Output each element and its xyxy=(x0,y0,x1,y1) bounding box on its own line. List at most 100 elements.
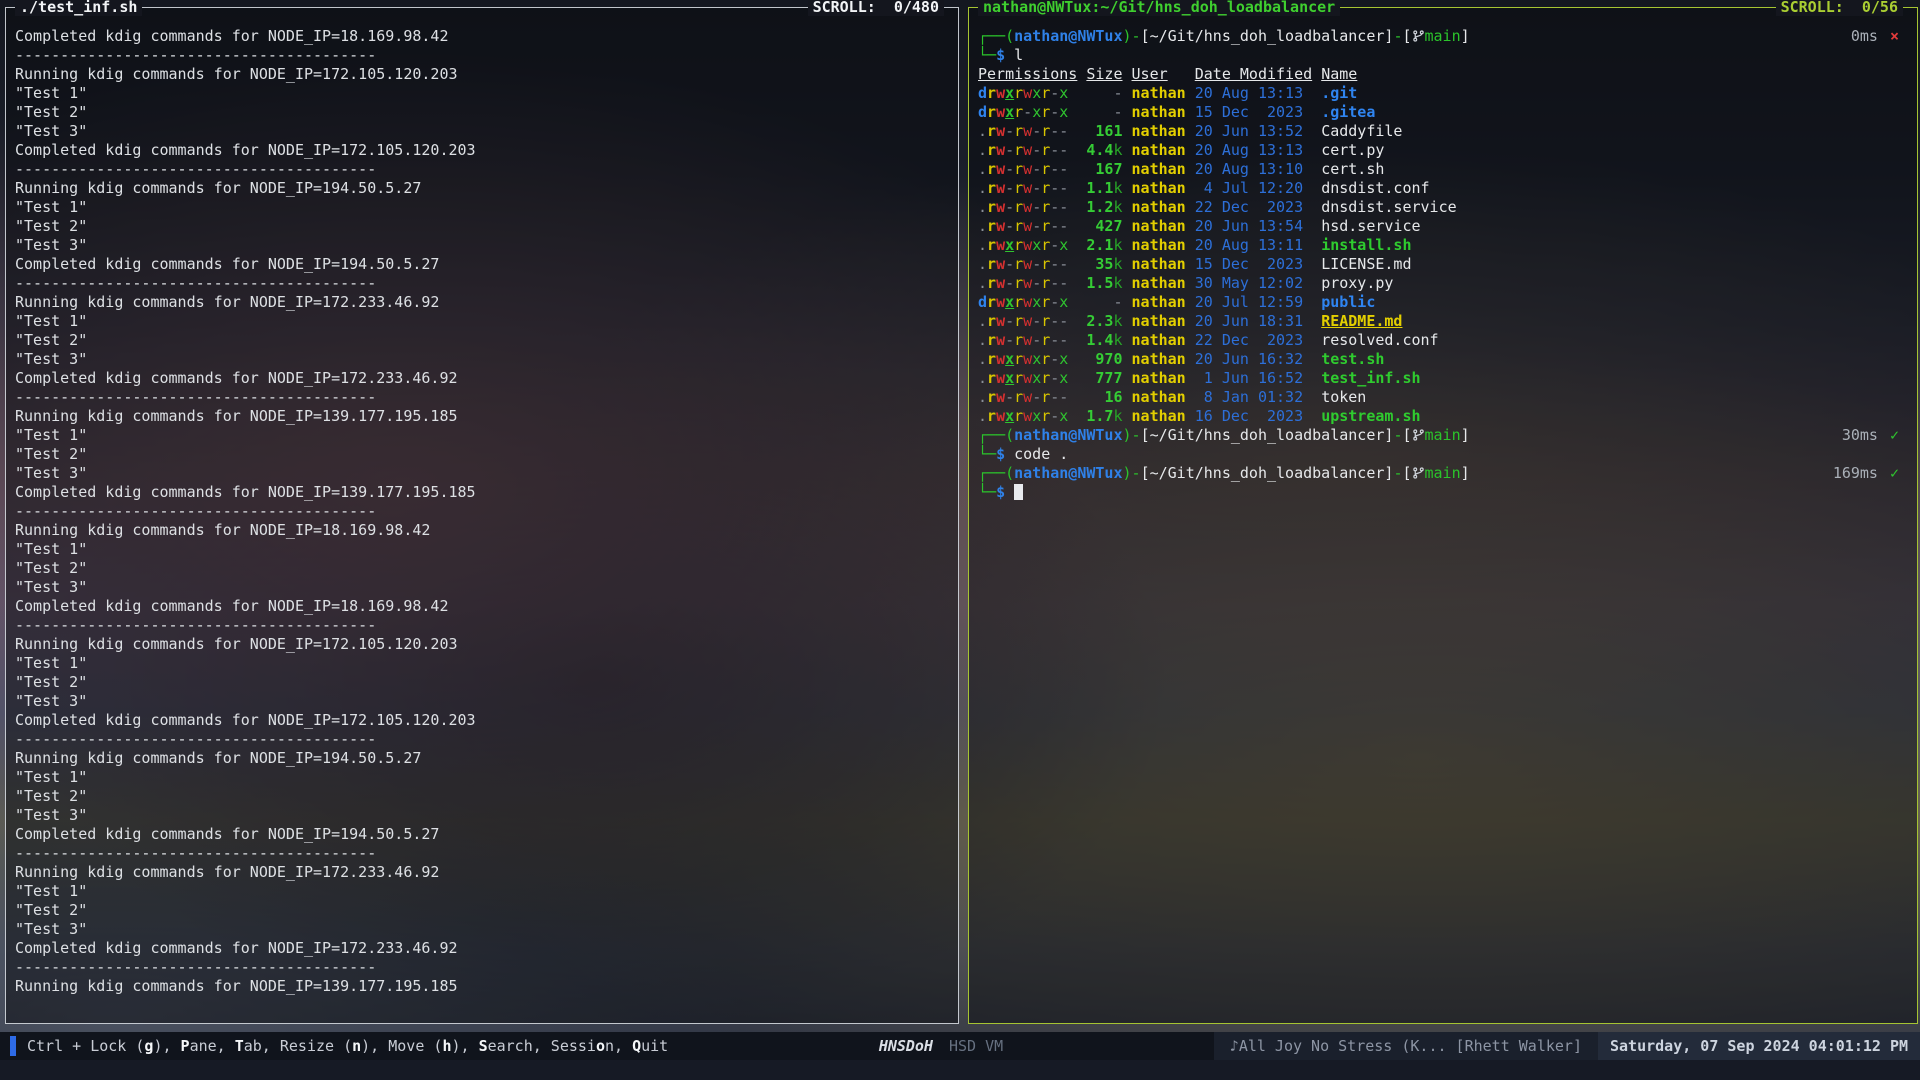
terminal-line: "Test 1" xyxy=(15,84,950,103)
terminal-line: "Test 3" xyxy=(15,236,950,255)
terminal-line: Completed kdig commands for NODE_IP=172.… xyxy=(15,369,950,388)
file-row: .rw-rw-r-- 2.3k nathan 20 Jun 18:31 READ… xyxy=(978,312,1909,331)
file-name[interactable]: cert.py xyxy=(1321,141,1384,159)
terminal-line: "Test 1" xyxy=(15,882,950,901)
pane-right-terminal-output[interactable]: ┌──(nathan@NWTux)-[~/Git/hns_doh_loadbal… xyxy=(969,8,1917,1023)
terminal-line: "Test 2" xyxy=(15,331,950,350)
terminal-line: ---------------------------------------- xyxy=(15,46,950,65)
command-line: └─$ xyxy=(978,483,1909,502)
terminal-line: Running kdig commands for NODE_IP=194.50… xyxy=(15,179,950,198)
terminal-line: "Test 2" xyxy=(15,787,950,806)
command-timing: 30ms✓ xyxy=(1842,426,1899,445)
terminal-line: Running kdig commands for NODE_IP=139.17… xyxy=(15,977,950,996)
terminal-line: "Test 2" xyxy=(15,901,950,920)
file-name[interactable]: dnsdist.conf xyxy=(1321,179,1429,197)
file-name[interactable]: README.md xyxy=(1321,312,1402,330)
file-row: .rwxrwxr-x 1.7k nathan 16 Dec 2023 upstr… xyxy=(978,407,1909,426)
pane-left-terminal-output[interactable]: Completed kdig commands for NODE_IP=18.1… xyxy=(6,8,958,1023)
command-line: └─$ code . xyxy=(978,445,1909,464)
terminal-line: Completed kdig commands for NODE_IP=194.… xyxy=(15,825,950,844)
file-row: .rw-rw-r-- 161 nathan 20 Jun 13:52 Caddy… xyxy=(978,122,1909,141)
terminal-line: "Test 1" xyxy=(15,654,950,673)
file-name[interactable]: install.sh xyxy=(1321,236,1411,254)
terminal-line: Completed kdig commands for NODE_IP=194.… xyxy=(15,255,950,274)
bottom-strip xyxy=(0,1060,1920,1080)
pane-test-script[interactable]: ./test_inf.sh SCROLL: 0/480 Completed kd… xyxy=(5,7,959,1024)
file-row: .rw-rw-r-- 1.2k nathan 22 Dec 2023 dnsdi… xyxy=(978,198,1909,217)
terminal-line: Running kdig commands for NODE_IP=172.23… xyxy=(15,863,950,882)
prompt-line: ┌──(nathan@NWTux)-[~/Git/hns_doh_loadbal… xyxy=(978,464,1909,483)
prompt-line: ┌──(nathan@NWTux)-[~/Git/hns_doh_loadbal… xyxy=(978,27,1909,46)
terminal-line: "Test 2" xyxy=(15,217,950,236)
terminal-line: Completed kdig commands for NODE_IP=172.… xyxy=(15,939,950,958)
file-row: .rw-rw-r-- 4.4k nathan 20 Aug 13:13 cert… xyxy=(978,141,1909,160)
terminal-cursor xyxy=(1014,484,1023,500)
prompt-line: ┌──(nathan@NWTux)-[~/Git/hns_doh_loadbal… xyxy=(978,426,1909,445)
file-row: .rwxrwxr-x 2.1k nathan 20 Aug 13:11 inst… xyxy=(978,236,1909,255)
file-row: .rw-rw-r-- 427 nathan 20 Jun 13:54 hsd.s… xyxy=(978,217,1909,236)
command-line: └─$ l xyxy=(978,46,1909,65)
terminal-line: "Test 2" xyxy=(15,673,950,692)
file-name[interactable]: public xyxy=(1321,293,1375,311)
music-note-icon: ♪ xyxy=(1230,1037,1239,1055)
terminal-line: "Test 3" xyxy=(15,578,950,597)
session-name: HNSDoH xyxy=(879,1037,933,1055)
file-name[interactable]: test.sh xyxy=(1321,350,1384,368)
file-name[interactable]: Caddyfile xyxy=(1321,122,1402,140)
file-name[interactable]: token xyxy=(1321,388,1366,406)
file-name[interactable]: LICENSE.md xyxy=(1321,255,1411,273)
keybind-help: Ctrl + Lock (g), Pane, Tab, Resize (n), … xyxy=(27,1037,668,1055)
terminal-line: "Test 3" xyxy=(15,464,950,483)
terminal-line: "Test 1" xyxy=(15,312,950,331)
terminal-line: "Test 2" xyxy=(15,445,950,464)
file-name[interactable]: resolved.conf xyxy=(1321,331,1438,349)
terminal-line: "Test 1" xyxy=(15,198,950,217)
terminal-line: ---------------------------------------- xyxy=(15,502,950,521)
terminal-line: Completed kdig commands for NODE_IP=18.1… xyxy=(15,597,950,616)
file-name[interactable]: hsd.service xyxy=(1321,217,1420,235)
terminal-line: Completed kdig commands for NODE_IP=18.1… xyxy=(15,27,950,46)
file-name[interactable]: .gitea xyxy=(1321,103,1375,121)
terminal-line: ---------------------------------------- xyxy=(15,388,950,407)
file-name[interactable]: upstream.sh xyxy=(1321,407,1420,425)
file-row: .rw-rw-r-- 167 nathan 20 Aug 13:10 cert.… xyxy=(978,160,1909,179)
terminal-line: "Test 3" xyxy=(15,122,950,141)
file-name[interactable]: dnsdist.service xyxy=(1321,198,1456,216)
terminal-line: ---------------------------------------- xyxy=(15,730,950,749)
file-row: .rw-rw-r-- 1.5k nathan 30 May 12:02 prox… xyxy=(978,274,1909,293)
file-row: .rw-rw-r-- 1.4k nathan 22 Dec 2023 resol… xyxy=(978,331,1909,350)
terminal-line: "Test 1" xyxy=(15,426,950,445)
terminal-line: ---------------------------------------- xyxy=(15,274,950,293)
file-name[interactable]: .git xyxy=(1321,84,1357,102)
file-row: .rw-rw-r-- 1.1k nathan 4 Jul 12:20 dnsdi… xyxy=(978,179,1909,198)
file-row: .rw-rw-r-- 16 nathan 8 Jan 01:32 token xyxy=(978,388,1909,407)
terminal-line: ---------------------------------------- xyxy=(15,958,950,977)
tmux-desktop: ./test_inf.sh SCROLL: 0/480 Completed kd… xyxy=(0,0,1920,1080)
terminal-line: "Test 2" xyxy=(15,559,950,578)
terminal-line: Running kdig commands for NODE_IP=194.50… xyxy=(15,749,950,768)
file-row: drwxrwxr-x - nathan 20 Aug 13:13 .git xyxy=(978,84,1909,103)
file-name[interactable]: cert.sh xyxy=(1321,160,1384,178)
file-row: drwxr-xr-x - nathan 15 Dec 2023 .gitea xyxy=(978,103,1909,122)
terminal-line: Running kdig commands for NODE_IP=139.17… xyxy=(15,407,950,426)
terminal-line: "Test 1" xyxy=(15,540,950,559)
terminal-line: Completed kdig commands for NODE_IP=172.… xyxy=(15,141,950,160)
pane-shell[interactable]: nathan@NWTux:~/Git/hns_doh_loadbalancer … xyxy=(968,7,1918,1024)
host-label: HSD VM xyxy=(949,1037,1003,1055)
file-name[interactable]: test_inf.sh xyxy=(1321,369,1420,387)
now-playing: ♪ All Joy No Stress (K... [Rhett Walker] xyxy=(1214,1032,1598,1060)
terminal-line: Completed kdig commands for NODE_IP=172.… xyxy=(15,711,950,730)
terminal-line: "Test 1" xyxy=(15,768,950,787)
terminal-line: ---------------------------------------- xyxy=(15,616,950,635)
listing-header: Permissions Size User Date Modified Name xyxy=(978,65,1909,84)
file-row: .rw-rw-r-- 35k nathan 15 Dec 2023 LICENS… xyxy=(978,255,1909,274)
file-name[interactable]: proxy.py xyxy=(1321,274,1393,292)
terminal-line: "Test 3" xyxy=(15,806,950,825)
now-playing-text: All Joy No Stress (K... [Rhett Walker] xyxy=(1239,1037,1582,1055)
terminal-line: Completed kdig commands for NODE_IP=139.… xyxy=(15,483,950,502)
clock: Saturday, 07 Sep 2024 04:01:12 PM xyxy=(1598,1032,1920,1060)
terminal-line: "Test 3" xyxy=(15,692,950,711)
terminal-line: "Test 3" xyxy=(15,920,950,939)
terminal-line: Running kdig commands for NODE_IP=18.169… xyxy=(15,521,950,540)
terminal-line: "Test 3" xyxy=(15,350,950,369)
